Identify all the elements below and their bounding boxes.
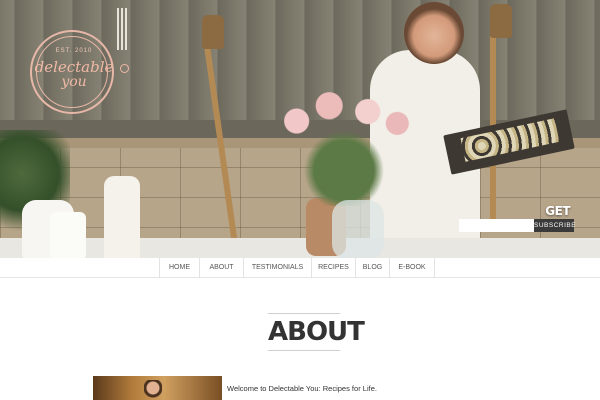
logo-established: EST. 2010 bbox=[55, 48, 93, 54]
nav-item-testimonials[interactable]: TESTIMONIALS bbox=[243, 258, 311, 278]
milk-bottle bbox=[104, 176, 140, 258]
about-intro-text: Welcome to Delectable You: Recipes for L… bbox=[227, 384, 377, 393]
subscribe-button[interactable]: SUBSCRIBE bbox=[534, 219, 576, 232]
tiki-torch-head-left bbox=[202, 15, 224, 49]
logo-wordmark-line2: you bbox=[61, 74, 87, 90]
about-photo-person bbox=[144, 380, 162, 400]
nav-item-recipes[interactable]: RECIPES bbox=[311, 258, 355, 278]
nav-item-about[interactable]: ABOUT bbox=[199, 258, 243, 278]
nav-list: HOME ABOUT TESTIMONIALS RECIPES BLOG E-B… bbox=[159, 258, 435, 278]
glass-pitcher bbox=[50, 212, 86, 258]
hero-person-head bbox=[404, 2, 464, 64]
rose-bouquet bbox=[270, 88, 418, 206]
subscribe-email-input[interactable] bbox=[459, 219, 534, 232]
page-title: ABOUT bbox=[268, 317, 365, 347]
tiki-torch-head-right bbox=[490, 4, 512, 38]
glass-vase bbox=[332, 200, 384, 258]
site-logo[interactable]: EST. 2010 delectable you bbox=[30, 30, 129, 114]
nav-item-home[interactable]: HOME bbox=[159, 258, 199, 278]
wind-chime bbox=[117, 8, 129, 50]
logo-circle-icon bbox=[120, 64, 129, 73]
nav-item-ebook[interactable]: E-BOOK bbox=[389, 258, 435, 278]
page-title-frame: ABOUT bbox=[268, 313, 365, 351]
hero-banner: EST. 2010 delectable you GET DELECTABLE.… bbox=[0, 0, 600, 258]
table-surface bbox=[0, 238, 600, 258]
nav-item-blog[interactable]: BLOG bbox=[355, 258, 389, 278]
main-navigation: HOME ABOUT TESTIMONIALS RECIPES BLOG E-B… bbox=[0, 258, 600, 278]
